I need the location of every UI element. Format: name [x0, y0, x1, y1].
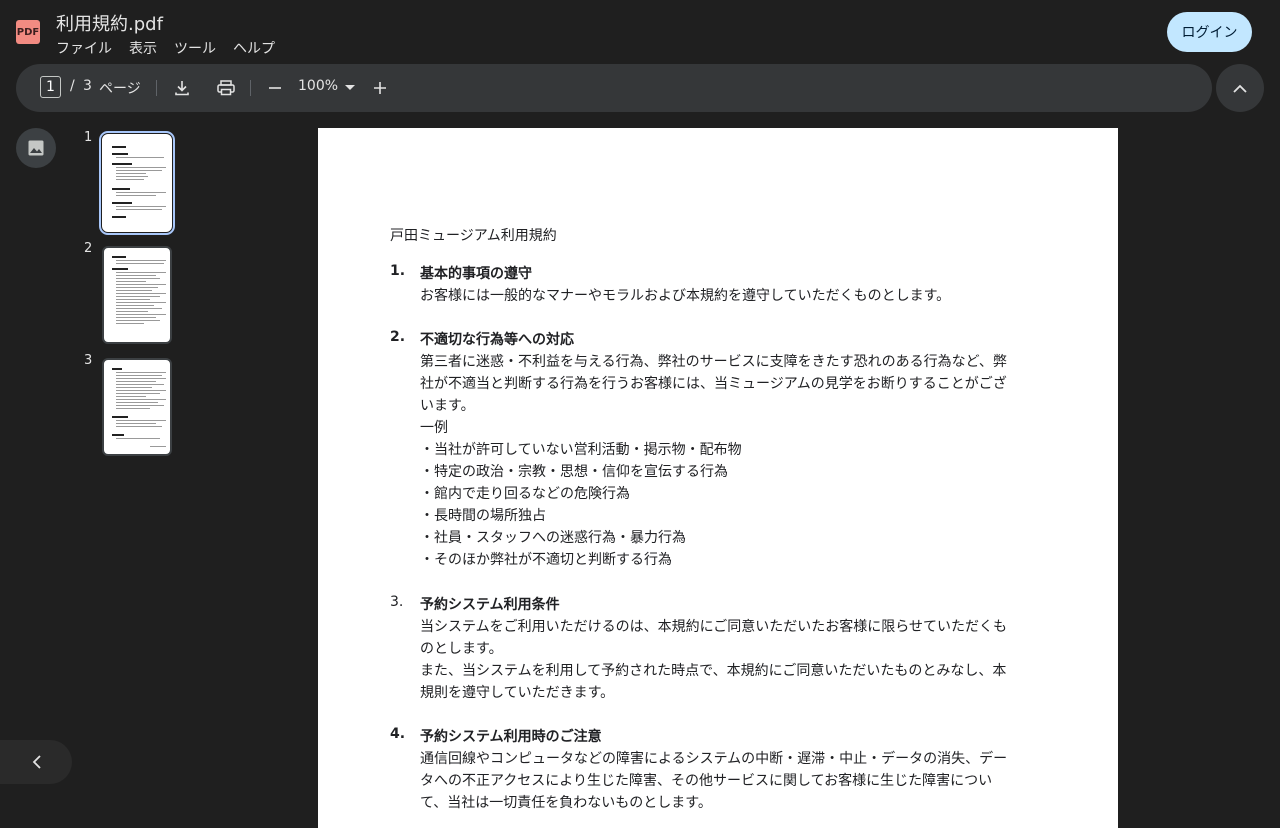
section-text: 社が不適当と判断する行為を行うお客様には、当ミュージアムの見学をお断りすることが…	[420, 376, 1007, 392]
list-item: ・特定の政治・宗教・思想・信仰を宣伝する行為	[420, 464, 728, 480]
menu-view[interactable]: 表示	[129, 38, 157, 58]
section-number: 3.	[390, 594, 404, 610]
zoom-out-icon[interactable]	[263, 76, 287, 100]
menu-bar: ファイル 表示 ツール ヘルプ	[56, 38, 275, 58]
zoom-in-icon[interactable]	[368, 76, 392, 100]
page-thumbnail-2[interactable]	[102, 246, 172, 344]
toolbar-divider	[156, 80, 157, 96]
page-unit-label: ページ	[99, 81, 141, 97]
section-number: 2.	[390, 329, 406, 345]
page-separator: /	[70, 78, 75, 94]
section-title: 不適切な行為等への対応	[420, 332, 574, 348]
list-item: ・社員・スタッフへの迷惑行為・暴力行為	[420, 530, 686, 546]
section-text: また、当システムを利用して予約された時点で、本規約にご同意いただいたものとみなし…	[420, 663, 1007, 679]
page-thumbnail-3[interactable]	[102, 358, 172, 456]
login-button[interactable]: ログイン	[1167, 12, 1252, 52]
section-text: います。	[420, 398, 475, 414]
page-thumbnail-1[interactable]	[99, 131, 175, 235]
thumbnail-number: 3	[84, 353, 93, 368]
list-item: ・当社が許可していない営利活動・掲示物・配布物	[420, 442, 742, 458]
section-title: 予約システム利用条件	[420, 597, 560, 613]
image-icon	[28, 140, 44, 156]
page-number-input[interactable]: 1	[40, 76, 61, 98]
list-item: ・そのほか弊社が不適切と判断する行為	[420, 552, 672, 568]
document-title[interactable]: 利用規約.pdf	[56, 10, 163, 36]
section-text: タへの不正アクセスにより生じた障害、その他サービスに関してお客様に生じた障害につ…	[420, 773, 993, 789]
collapse-toolbar-button[interactable]	[1216, 64, 1264, 112]
section-number: 4.	[390, 726, 406, 742]
section-text: 第三者に迷惑・不利益を与える行為、弊社のサービスに支障をきたす恐れのある行為など…	[420, 354, 1007, 370]
collapse-sidebar-button[interactable]	[0, 740, 72, 784]
chevron-up-icon	[1233, 84, 1247, 93]
thumbnail-number: 1	[84, 130, 93, 145]
section-number: 1.	[390, 263, 406, 279]
pdf-page: 戸田ミュージアム利用規約 1. 基本的事項の遵守 お客様には一般的なマナーやモラ…	[318, 128, 1118, 828]
section-text: 規則を遵守していただきます。	[420, 685, 615, 701]
menu-tools[interactable]: ツール	[174, 38, 216, 58]
total-pages: 3	[83, 78, 92, 94]
section-text: て、当社は一切責任を負わないものとします。	[420, 795, 712, 811]
section-text: 一例	[420, 420, 448, 436]
section-text: 当システムをご利用いただけるのは、本規約にご同意いただいたお客様に限らせていただ…	[420, 619, 1008, 635]
menu-help[interactable]: ヘルプ	[233, 38, 275, 58]
section-text: のとします。	[420, 641, 503, 657]
thumbnail-number: 2	[84, 241, 93, 256]
menu-file[interactable]: ファイル	[56, 38, 112, 58]
section-text: 通信回線やコンピュータなどの障害によるシステムの中断・遅滞・中止・データの消失、…	[420, 751, 1008, 767]
section-text: お客様には一般的なマナーやモラルおよび本規約を遵守していただくものとします。	[420, 288, 951, 304]
pdf-file-icon: PDF	[16, 20, 40, 44]
section-title: 予約システム利用時のご注意	[420, 729, 602, 745]
pdf-toolbar: 1 / 3 ページ 100%	[16, 64, 1212, 112]
download-icon[interactable]	[170, 76, 194, 100]
thumbnail-view-button[interactable]	[16, 128, 56, 168]
toolbar-divider	[250, 80, 251, 96]
section-title: 基本的事項の遵守	[420, 266, 532, 282]
zoom-dropdown-icon[interactable]	[338, 76, 362, 100]
zoom-level[interactable]: 100%	[298, 78, 338, 94]
list-item: ・館内で走り回るなどの危険行為	[420, 486, 630, 502]
list-item: ・長時間の場所独占	[420, 508, 546, 524]
chevron-left-icon	[32, 755, 41, 769]
document-heading: 戸田ミュージアム利用規約	[390, 228, 557, 244]
print-icon[interactable]	[214, 76, 238, 100]
